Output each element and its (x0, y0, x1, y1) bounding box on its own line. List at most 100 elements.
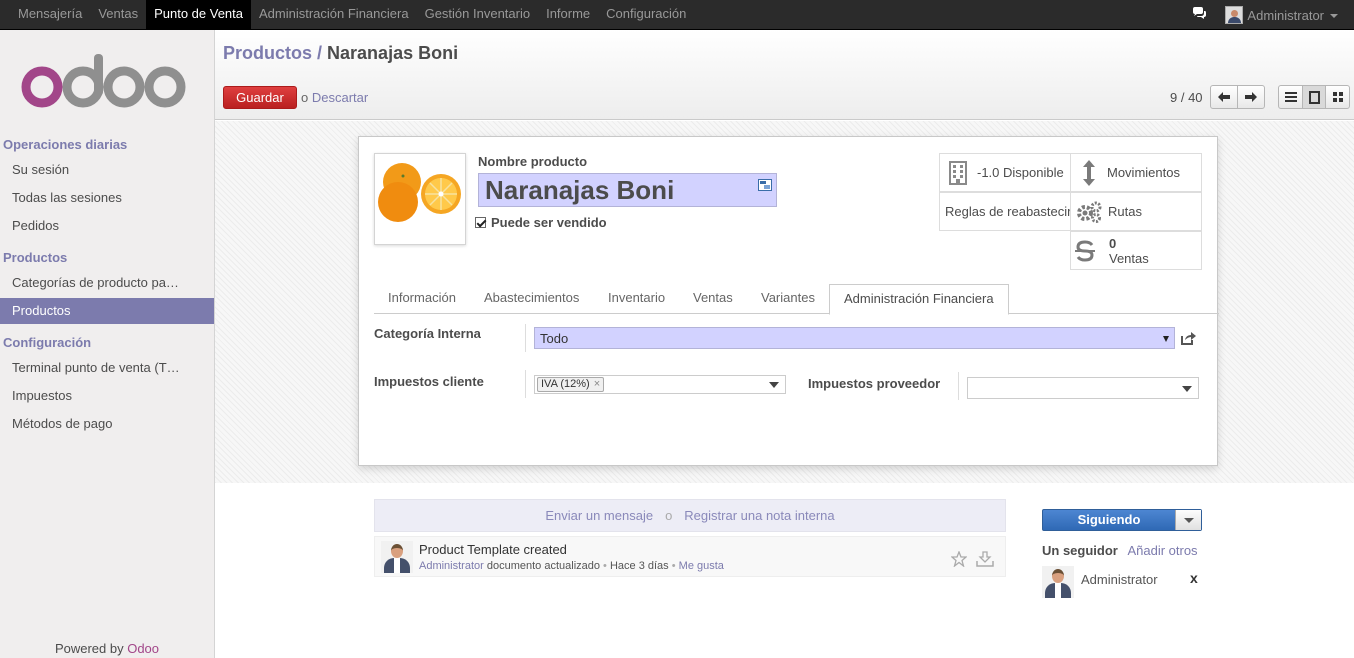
supplier-taxes-label: Impuestos proveedor (808, 376, 941, 391)
form-view-button[interactable] (1302, 85, 1326, 109)
field-divider (525, 324, 526, 352)
remove-follower-button[interactable]: x (1190, 570, 1198, 586)
field-divider (525, 370, 526, 398)
control-panel: Productos / Naranajas Boni Guardar o Des… (215, 30, 1354, 120)
followers-count: Un seguidor (1042, 543, 1118, 558)
user-name: Administrator (1247, 7, 1324, 23)
list-view-icon (1284, 92, 1297, 102)
tab-abastecimientos[interactable]: Abastecimientos (470, 284, 593, 314)
sidebar-item-todas-las-sesiones[interactable]: Todas las sesiones (0, 185, 214, 211)
odoo-logo[interactable] (20, 52, 190, 112)
follower-avatar (1042, 566, 1074, 598)
sidebar-item-terminal[interactable]: Terminal punto de venta (T… (0, 355, 214, 381)
message-meta: Administrator documento actualizado • Ha… (419, 560, 724, 572)
chevron-down-icon (769, 382, 779, 388)
menu-gestion-inventario[interactable]: Gestión Inventario (417, 0, 539, 30)
sidebar-item-impuestos[interactable]: Impuestos (0, 383, 214, 409)
tax-tag-label: IVA (12%) (541, 378, 590, 390)
sidebar-item-su-sesion[interactable]: Su sesión (0, 157, 214, 183)
list-view-button[interactable] (1278, 85, 1303, 109)
breadcrumb: Productos / Naranajas Boni (223, 43, 458, 64)
send-message-link[interactable]: Enviar un mensaje (545, 508, 653, 523)
tab-inventario[interactable]: Inventario (594, 284, 679, 314)
chevron-down-icon (1182, 386, 1192, 392)
translate-icon[interactable] (758, 179, 772, 194)
field-divider (958, 372, 959, 400)
save-button[interactable]: Guardar (223, 86, 297, 109)
sale-ok-checkbox[interactable] (475, 217, 486, 228)
stat-moves-button[interactable]: Movimientos (1070, 153, 1202, 192)
sidebar-item-metodos-de-pago[interactable]: Métodos de pago (0, 411, 214, 437)
dollar-icon (1075, 239, 1095, 262)
like-link[interactable]: Me gusta (679, 560, 724, 572)
external-link-icon[interactable] (1180, 331, 1196, 348)
tab-administracion-financiera[interactable]: Administración Financiera (829, 284, 1009, 315)
follow-dropdown-toggle[interactable] (1175, 510, 1201, 530)
message-author-link[interactable]: Administrator (419, 560, 484, 572)
chat-icon[interactable] (1192, 7, 1207, 23)
supplier-taxes-input[interactable] (967, 377, 1199, 399)
sidebar: Operaciones diarias Su sesión Todas las … (0, 30, 215, 658)
product-name-label: Nombre producto (478, 154, 588, 169)
add-followers-link[interactable]: Añadir otros (1127, 543, 1197, 558)
product-name-input[interactable]: Naranajas Boni (478, 173, 777, 207)
kanban-view-button[interactable] (1325, 85, 1350, 109)
stat-available-button[interactable]: -1.0 Disponible (939, 153, 1071, 192)
stat-reorder-label: Reglas de reabastecimiento (945, 204, 1070, 219)
stat-sales-button[interactable]: 0 Ventas (1070, 231, 1202, 270)
follow-label: Siguiendo (1077, 512, 1141, 527)
customer-taxes-label: Impuestos cliente (374, 374, 484, 389)
follower-name[interactable]: Administrator (1081, 572, 1158, 587)
author-avatar[interactable] (381, 541, 413, 573)
section-productos: Productos (3, 250, 68, 265)
pager-next-button[interactable] (1237, 85, 1265, 109)
powered-brand-link[interactable]: Odoo (127, 641, 159, 656)
section-configuracion: Configuración (3, 335, 92, 350)
menu-informe[interactable]: Informe (538, 0, 598, 30)
followers-header: Un seguidor Añadir otros (1042, 543, 1198, 558)
menu-mensajeria[interactable]: Mensajería (10, 0, 90, 30)
menu-ventas[interactable]: Ventas (90, 0, 146, 30)
star-icon[interactable] (950, 550, 968, 570)
chevron-down-icon (1330, 14, 1338, 18)
sidebar-item-productos[interactable]: Productos (0, 298, 214, 324)
tab-ventas[interactable]: Ventas (679, 284, 747, 314)
chatter-composer-bar: Enviar un mensaje o Registrar una nota i… (374, 499, 1006, 532)
stat-sales-count: 0 (1109, 235, 1117, 251)
notebook-tabs: Información Abastecimientos Inventario V… (374, 284, 1219, 315)
sidebar-item-pedidos[interactable]: Pedidos (0, 213, 214, 239)
orange-image (378, 163, 461, 222)
remove-tag-icon[interactable]: × (594, 378, 600, 391)
discard-group: o Descartar (301, 90, 368, 105)
tab-variantes[interactable]: Variantes (747, 284, 829, 314)
chatter-message: Product Template created Administrator d… (374, 536, 1006, 577)
log-note-link[interactable]: Registrar una nota interna (684, 508, 834, 523)
stat-routes-button[interactable]: Rutas (1070, 192, 1202, 231)
categ-select[interactable]: Todo (534, 327, 1175, 349)
top-menu-bar: Mensajería Ventas Punto de Venta Adminis… (0, 0, 1354, 30)
stat-routes-label: Rutas (1108, 204, 1142, 219)
download-icon[interactable] (976, 551, 994, 570)
follow-button[interactable]: Siguiendo (1042, 509, 1202, 531)
pager-value: 9 / 40 (1170, 90, 1203, 105)
form-sheet: Nombre producto Naranajas Boni Puede ser… (358, 136, 1219, 466)
customer-taxes-input[interactable]: IVA (12%) × (534, 375, 786, 394)
menu-administracion-financiera[interactable]: Administración Financiera (251, 0, 417, 30)
pager-previous-button[interactable] (1210, 85, 1238, 109)
stat-moves-label: Movimientos (1107, 165, 1180, 180)
main-menu: Mensajería Ventas Punto de Venta Adminis… (0, 0, 1354, 30)
message-action: documento actualizado (483, 560, 600, 572)
menu-configuracion[interactable]: Configuración (598, 0, 694, 30)
building-icon (949, 160, 967, 185)
or-separator: o (665, 508, 673, 523)
product-image[interactable] (374, 153, 466, 245)
tax-tag: IVA (12%) × (537, 377, 605, 392)
user-menu[interactable]: Administrator (1247, 8, 1338, 23)
breadcrumb-parent[interactable]: Productos (223, 43, 312, 63)
sidebar-item-categorias[interactable]: Categorías de producto pa… (0, 270, 214, 296)
stat-reorder-button[interactable]: Reglas de reabastecimiento (939, 192, 1071, 231)
discard-button[interactable]: Descartar (312, 90, 368, 105)
menu-punto-de-venta[interactable]: Punto de Venta (146, 0, 251, 30)
user-avatar[interactable] (1225, 6, 1244, 24)
tab-informacion[interactable]: Información (374, 284, 470, 314)
